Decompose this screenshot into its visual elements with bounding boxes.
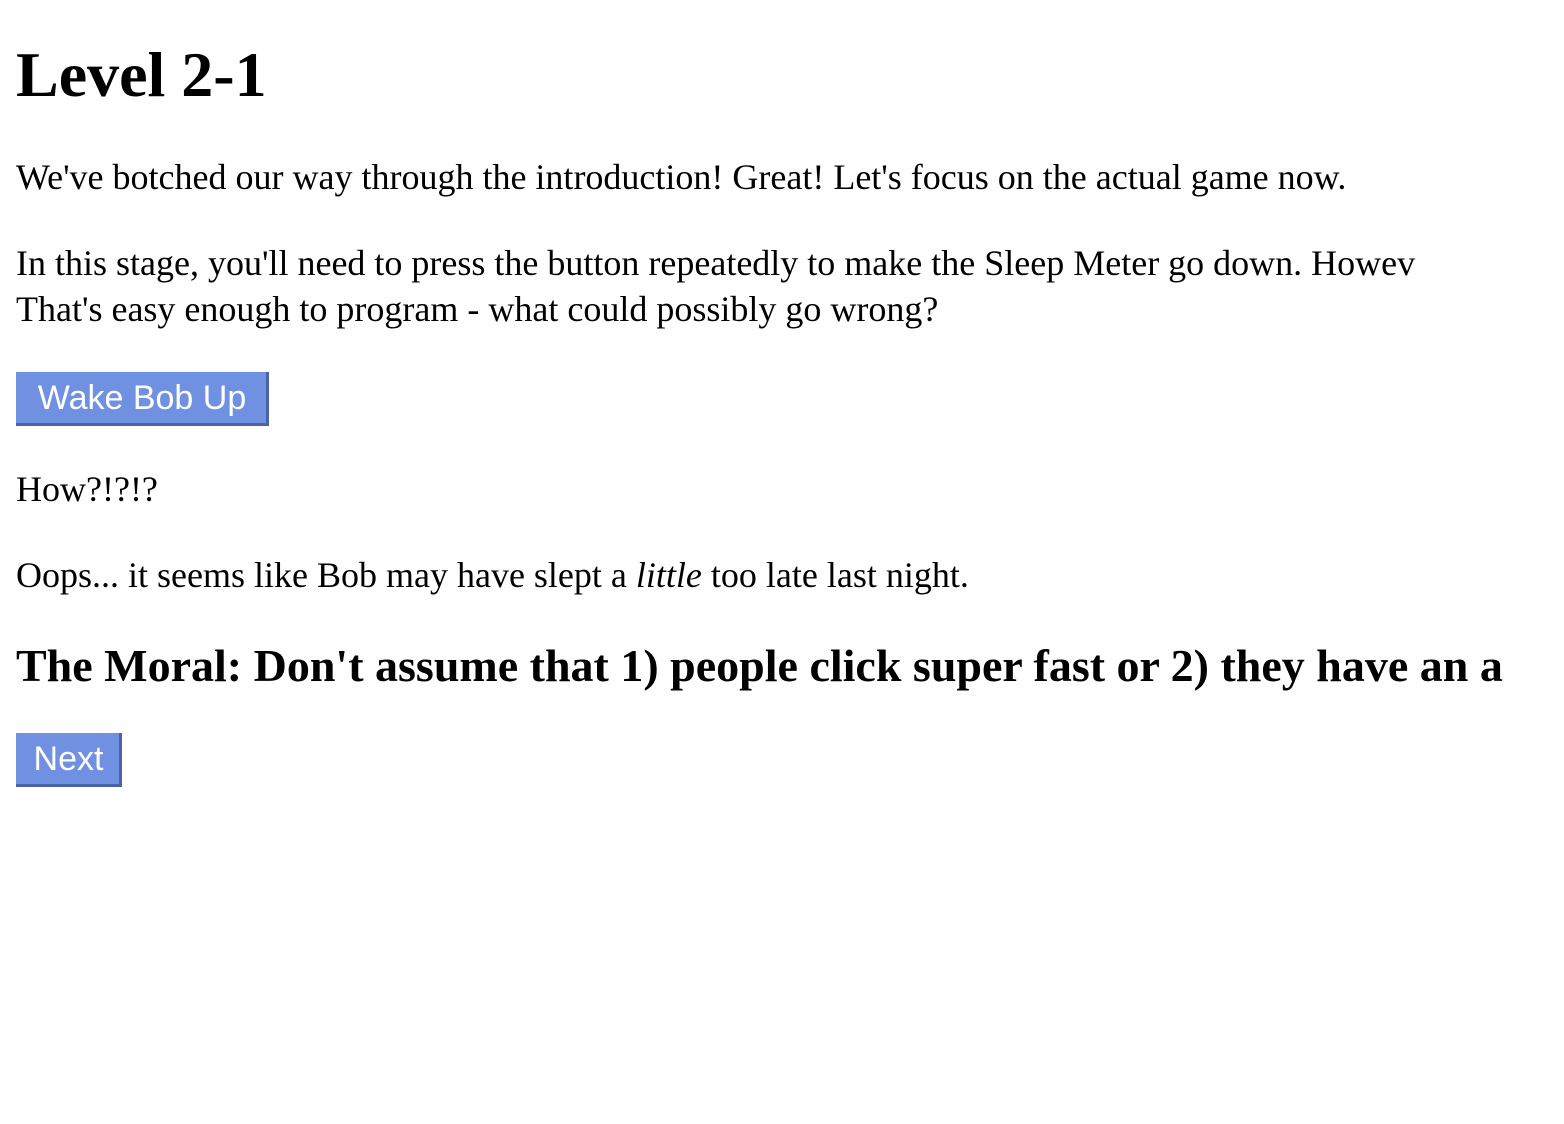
oops-paragraph: Oops... it seems like Bob may have slept…	[16, 552, 969, 598]
moral-heading: The Moral: Don't assume that 1) people c…	[16, 640, 1503, 691]
stage-instructions-line-1: In this stage, you'll need to press the …	[16, 243, 1416, 283]
wake-bob-up-button[interactable]: Wake Bob Up	[16, 372, 269, 426]
oops-text-after: too late last night.	[701, 555, 969, 595]
oops-emphasis: little	[635, 555, 702, 595]
page-title: Level 2-1	[16, 39, 267, 110]
intro-paragraph: We've botched our way through the introd…	[16, 157, 1347, 197]
how-text: How?!?!?	[16, 469, 158, 509]
stage-instructions: In this stage, you'll need to press the …	[16, 240, 1415, 332]
stage-instructions-line-2: That's easy enough to program - what cou…	[16, 289, 939, 329]
oops-text-before: Oops... it seems like Bob may have slept…	[16, 555, 636, 595]
page: Level 2-1 We've botched our way through …	[0, 0, 1564, 1124]
next-button[interactable]: Next	[16, 733, 122, 787]
